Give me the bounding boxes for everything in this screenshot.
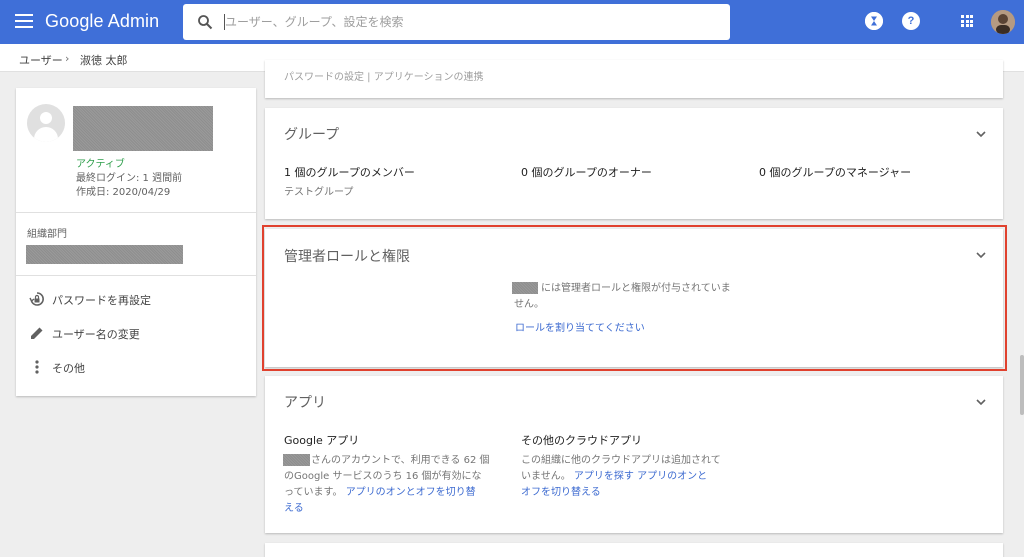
- google-apps-text-3-plain: っています。: [284, 487, 343, 498]
- divider: [16, 212, 256, 213]
- rename-user-label: ユーザー名の変更: [52, 328, 140, 341]
- google-apps-text-1: さんのアカウントで、利用できる 62 個: [311, 455, 490, 466]
- security-card: パスワードの設定 | アプリケーションの連携: [265, 60, 1003, 98]
- account-avatar[interactable]: [991, 10, 1015, 34]
- reset-password-button[interactable]: パスワードを再設定: [27, 289, 247, 309]
- group-member-count: 1 個のグループのメンバー: [284, 166, 415, 179]
- last-login-text: 最終ログイン: 1 週間前: [76, 173, 183, 184]
- scrollbar-thumb[interactable]: [1020, 355, 1024, 415]
- search-icon: [198, 15, 213, 30]
- search-box[interactable]: [183, 4, 730, 40]
- more-vert-icon: [35, 360, 39, 374]
- org-unit-label: 組織部門: [27, 229, 67, 240]
- rename-user-button[interactable]: ユーザー名の変更: [27, 323, 247, 343]
- user-profile-card: アクティブ 最終ログイン: 1 週間前 作成日: 2020/04/29 組織部門…: [16, 88, 256, 396]
- breadcrumb-users-link[interactable]: ユーザー: [19, 52, 63, 68]
- top-app-bar: Google Admin ?: [0, 0, 1024, 44]
- app-title[interactable]: Google Admin: [45, 11, 159, 32]
- lock-reset-icon: [29, 292, 44, 306]
- highlight-frame: [262, 225, 1007, 371]
- breadcrumb-current: 淑徳 太郎: [80, 54, 128, 67]
- help-icon[interactable]: ?: [902, 12, 920, 30]
- more-options-button[interactable]: その他: [27, 357, 247, 377]
- next-card: [265, 543, 1003, 557]
- groups-card: グループ 1 個のグループのメンバー 0 個のグループのオーナー 0 個のグルー…: [265, 108, 1003, 219]
- menu-icon[interactable]: [15, 14, 33, 28]
- breadcrumb-separator: ›: [65, 52, 70, 65]
- chevron-down-icon[interactable]: [975, 396, 987, 408]
- google-apps-text-2: のGoogle サービスのうち 16 個が有効にな: [284, 471, 482, 482]
- redacted-user-name: [283, 454, 310, 466]
- google-apps-text-3: っています。 アプリのオンとオフを切り替: [284, 485, 476, 501]
- divider: [16, 275, 256, 276]
- redacted-org-unit: [26, 245, 183, 264]
- cloud-apps-text-2-plain: いません。: [521, 471, 571, 482]
- search-input[interactable]: [225, 12, 705, 32]
- more-options-label: その他: [52, 362, 85, 375]
- google-apps-heading: Google アプリ: [284, 434, 360, 447]
- hourglass-icon: [865, 12, 883, 30]
- redacted-user-name: [73, 106, 213, 151]
- apps-card: アプリ Google アプリ さんのアカウントで、利用できる 62 個 のGoo…: [265, 376, 1003, 533]
- groups-title: グループ: [284, 127, 340, 143]
- group-name[interactable]: テストグループ: [284, 185, 353, 201]
- toggle-google-apps-link-cont[interactable]: える: [284, 501, 304, 517]
- toggle-google-apps-link[interactable]: アプリのオンとオフを切り替: [346, 487, 476, 498]
- apps-grid-icon[interactable]: [961, 15, 973, 27]
- toggle-cloud-apps-link-cont[interactable]: オフを切り替える: [521, 485, 601, 501]
- reset-password-label: パスワードを再設定: [52, 294, 151, 307]
- support-icon[interactable]: [865, 12, 883, 30]
- security-links-text[interactable]: パスワードの設定 | アプリケーションの連携: [284, 70, 484, 86]
- group-manager-count: 0 個のグループのマネージャー: [759, 166, 912, 179]
- cloud-apps-heading: その他のクラウドアプリ: [521, 434, 642, 447]
- pencil-icon: [31, 327, 43, 339]
- group-owner-count: 0 個のグループのオーナー: [521, 166, 652, 179]
- toggle-cloud-apps-link[interactable]: アプリのオンと: [637, 471, 707, 482]
- cloud-apps-text-1: この組織に他のクラウドアプリは追加されて: [521, 455, 721, 466]
- user-avatar: [27, 104, 65, 142]
- apps-title: アプリ: [284, 395, 326, 411]
- chevron-down-icon[interactable]: [975, 128, 987, 140]
- created-date-text: 作成日: 2020/04/29: [76, 187, 171, 198]
- find-apps-link[interactable]: アプリを探す: [574, 471, 634, 482]
- status-badge: アクティブ: [76, 159, 125, 170]
- cloud-apps-text-2: いません。 アプリを探す アプリのオンと: [521, 469, 707, 485]
